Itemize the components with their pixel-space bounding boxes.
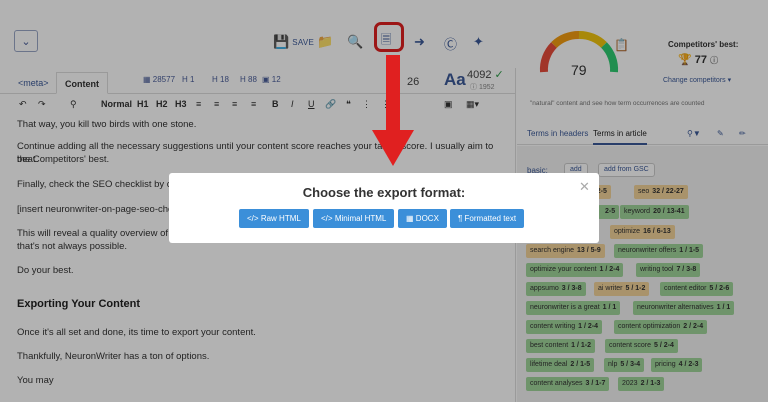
modal-title: Choose the export format: — [302, 185, 466, 200]
code-icon: </> — [247, 214, 259, 223]
formatted-text-button[interactable]: ¶ Formatted text — [450, 209, 525, 228]
code-icon: </> — [321, 214, 333, 223]
close-icon[interactable]: ✕ — [579, 179, 590, 195]
formatted-text-label: Formatted text — [464, 214, 517, 223]
raw-html-button[interactable]: </> Raw HTML — [239, 209, 309, 228]
docx-label: DOCX — [415, 214, 439, 223]
app-root: ⌄ 💾 SAVE 📁 🔍 🗏 ➜ Ⓒ ✦ <meta> Content ▦ 28… — [0, 0, 768, 402]
export-modal: Choose the export format: ✕ </> Raw HTML… — [169, 173, 599, 243]
docx-button[interactable]: ▦ DOCX — [398, 209, 447, 228]
document-icon: ▦ — [406, 214, 414, 223]
text-icon: ¶ — [458, 214, 463, 223]
minimal-html-label: Minimal HTML — [334, 214, 387, 223]
minimal-html-button[interactable]: </> Minimal HTML — [313, 209, 395, 228]
raw-html-label: Raw HTML — [260, 214, 301, 223]
